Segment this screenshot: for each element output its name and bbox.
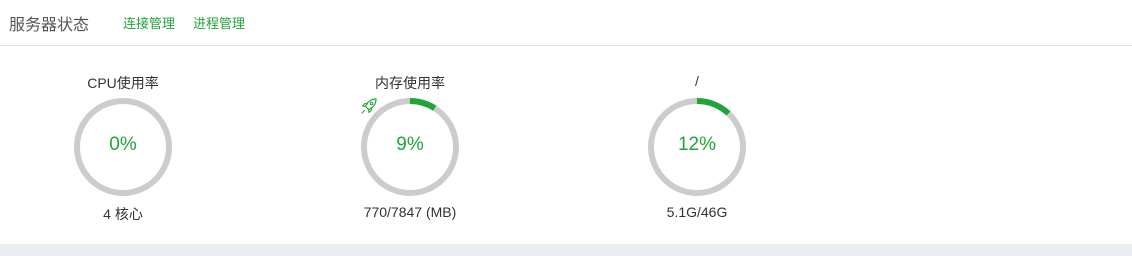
page-header: 服务器状态 连接管理 进程管理 [0, 0, 1132, 46]
cpu-usage-card: CPU使用率 0% 4 核心 [43, 70, 203, 230]
footer-band [0, 244, 1132, 256]
memory-usage-card: 内存使用率 9% 770/7847 (MB) [330, 70, 490, 230]
disk-usage-value: 12% [677, 134, 717, 155]
cpu-usage-value: 0% [109, 134, 137, 155]
cpu-cores-label: 4 核心 [103, 206, 143, 222]
disk-usage-card: / 12% 5.1G/46G [617, 70, 777, 230]
memory-usage-title: 内存使用率 [375, 75, 445, 91]
process-management-link[interactable]: 进程管理 [193, 13, 245, 32]
memory-usage-gauge[interactable]: 9% [359, 96, 461, 198]
cpu-usage-gauge[interactable]: 0% [72, 96, 174, 198]
connection-management-link[interactable]: 连接管理 [123, 13, 175, 32]
page-title: 服务器状态 [9, 17, 90, 34]
memory-amount-label: 770/7847 (MB) [363, 204, 457, 220]
memory-usage-value: 9% [396, 134, 424, 155]
disk-mount-title: / [695, 73, 699, 89]
cpu-usage-title: CPU使用率 [87, 75, 159, 91]
rocket-icon[interactable] [359, 96, 379, 116]
disk-usage-gauge[interactable]: 12% [646, 96, 748, 198]
disk-amount-label: 5.1G/46G [666, 204, 728, 220]
